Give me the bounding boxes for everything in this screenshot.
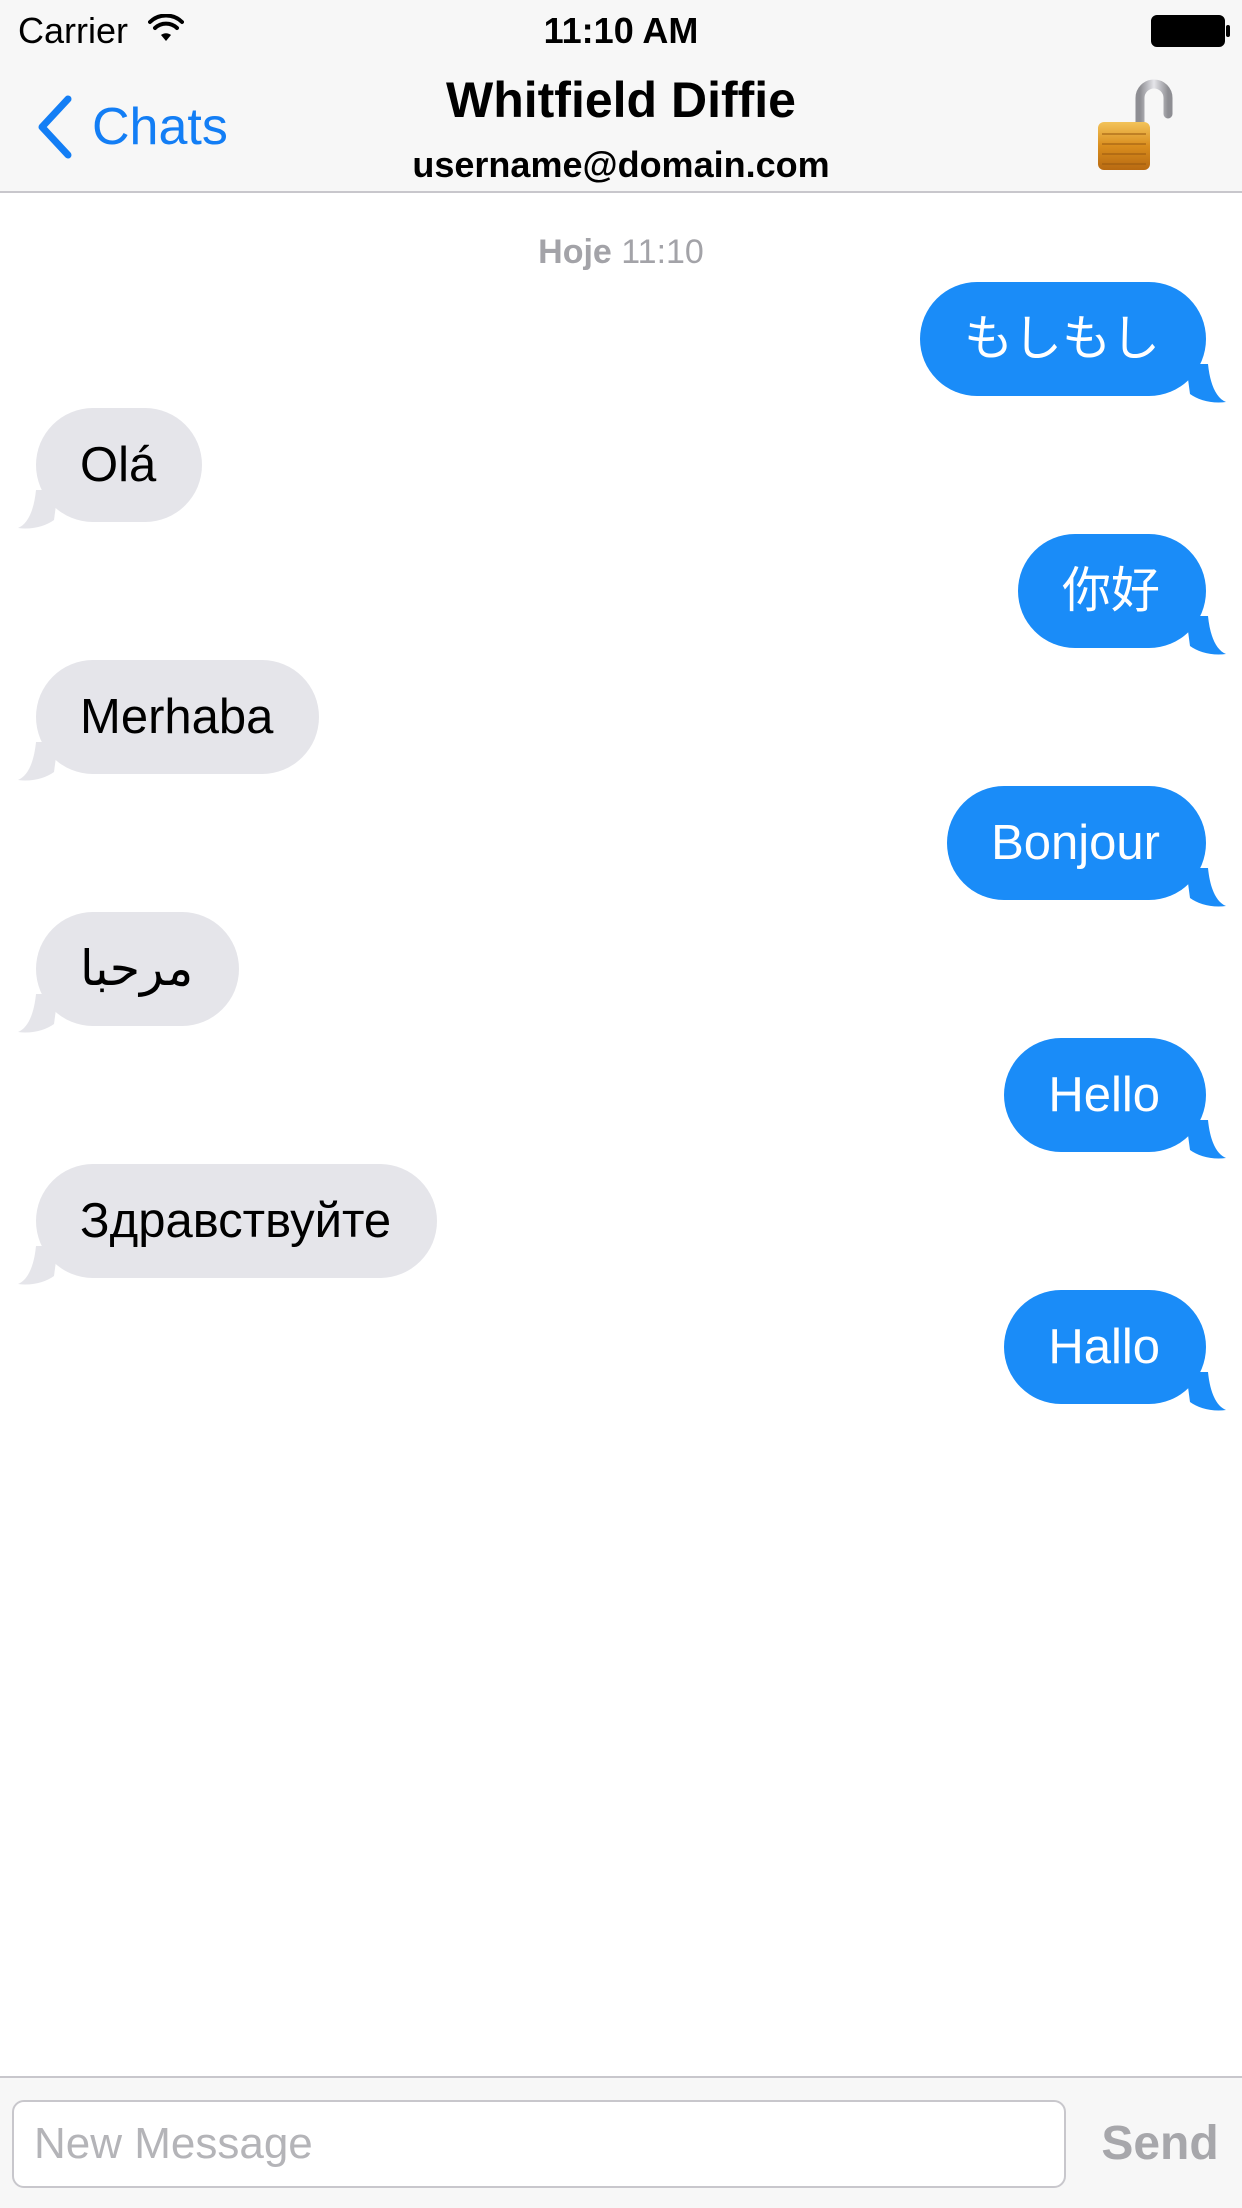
message-text: Здравствуйте: [80, 1194, 392, 1248]
message-text: Olá: [80, 438, 157, 492]
message-text: مرحبا: [80, 942, 194, 996]
message-row: Hallo: [0, 1290, 1242, 1411]
bubble-tail: [1186, 364, 1226, 403]
bubble-tail: [1186, 1372, 1226, 1411]
message-text: 你好: [1061, 564, 1160, 618]
timestamp-day: Hoje: [538, 233, 612, 271]
conversation-timestamp: Hoje 11:10: [0, 232, 1242, 272]
message-text: もしもし: [963, 312, 1160, 366]
outgoing-message-bubble[interactable]: 你好: [1017, 534, 1206, 648]
open-padlock-icon[interactable]: [1094, 78, 1180, 174]
message-row: もしもし: [0, 282, 1242, 403]
bubble-tail: [1186, 868, 1226, 907]
incoming-message-bubble[interactable]: Здравствуйте: [36, 1164, 438, 1278]
outgoing-message-bubble[interactable]: Hello: [1004, 1038, 1206, 1152]
incoming-message-bubble[interactable]: Olá: [36, 408, 203, 522]
message-text: Merhaba: [80, 690, 274, 744]
message-row: Merhaba: [0, 660, 1242, 781]
message-text: Hello: [1048, 1068, 1160, 1122]
message-row: Hello: [0, 1038, 1242, 1159]
message-row: 你好: [0, 534, 1242, 655]
message-text: Hallo: [1048, 1320, 1160, 1374]
contact-name: Whitfield Diffie: [446, 72, 796, 128]
incoming-message-bubble[interactable]: مرحبا: [36, 912, 240, 1026]
battery-icon: [1151, 15, 1230, 47]
timestamp-time: 11:10: [621, 233, 704, 271]
bubble-tail: [1186, 1120, 1226, 1159]
message-composer: Send: [0, 2076, 1242, 2208]
chat-screen: Carrier 11:10 AM Chats Whitfield Diffie …: [0, 0, 1242, 2208]
message-text: Bonjour: [991, 816, 1160, 870]
outgoing-message-bubble[interactable]: もしもし: [919, 282, 1206, 396]
status-time: 11:10 AM: [543, 10, 699, 51]
message-row: Bonjour: [0, 786, 1242, 907]
message-row: Olá: [0, 408, 1242, 529]
send-button[interactable]: Send: [1090, 2100, 1230, 2188]
new-message-input[interactable]: [12, 2100, 1066, 2188]
contact-address: username@domain.com: [412, 144, 830, 185]
message-row: Здравствуйте: [0, 1164, 1242, 1285]
bubble-tail: [1186, 616, 1226, 655]
outgoing-message-bubble[interactable]: Hallo: [1004, 1290, 1206, 1404]
message-row: مرحبا: [0, 912, 1242, 1033]
incoming-message-bubble[interactable]: Merhaba: [36, 660, 320, 774]
navigation-bar: Carrier 11:10 AM Chats Whitfield Diffie …: [0, 0, 1242, 193]
outgoing-message-bubble[interactable]: Bonjour: [947, 786, 1206, 900]
